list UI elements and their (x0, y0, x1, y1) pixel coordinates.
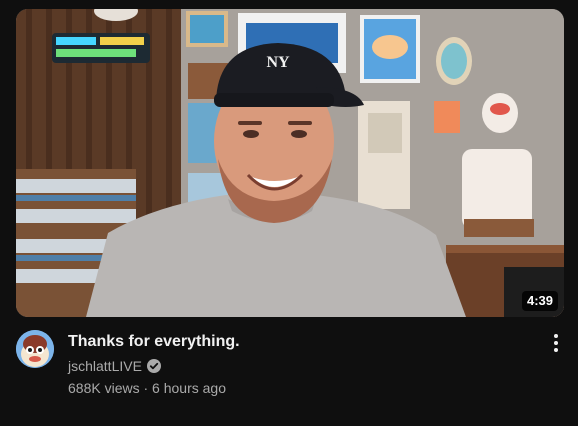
avatar-image (16, 330, 54, 368)
channel-row: jschlattLIVE (68, 356, 528, 376)
video-thumbnail[interactable]: NY 4:39 (16, 9, 564, 317)
svg-text:NY: NY (266, 54, 290, 71)
video-title[interactable]: Thanks for everything. (68, 331, 528, 353)
video-metadata: Thanks for everything. jschlattLIVE 688K… (68, 331, 528, 398)
upload-age: 6 hours ago (152, 380, 226, 396)
video-stats: 688K views · 6 hours ago (68, 378, 528, 398)
channel-name[interactable]: jschlattLIVE (68, 356, 142, 376)
video-card[interactable]: NY 4:39 Thanks for everything. jschlattL… (0, 0, 578, 426)
view-count: 688K views (68, 380, 140, 396)
video-duration-badge: 4:39 (521, 291, 558, 311)
stats-separator: · (139, 380, 153, 396)
thumbnail-image: NY (16, 9, 564, 317)
more-vert-icon[interactable] (544, 331, 568, 355)
channel-avatar[interactable] (16, 330, 54, 368)
verified-check-icon (146, 359, 161, 373)
